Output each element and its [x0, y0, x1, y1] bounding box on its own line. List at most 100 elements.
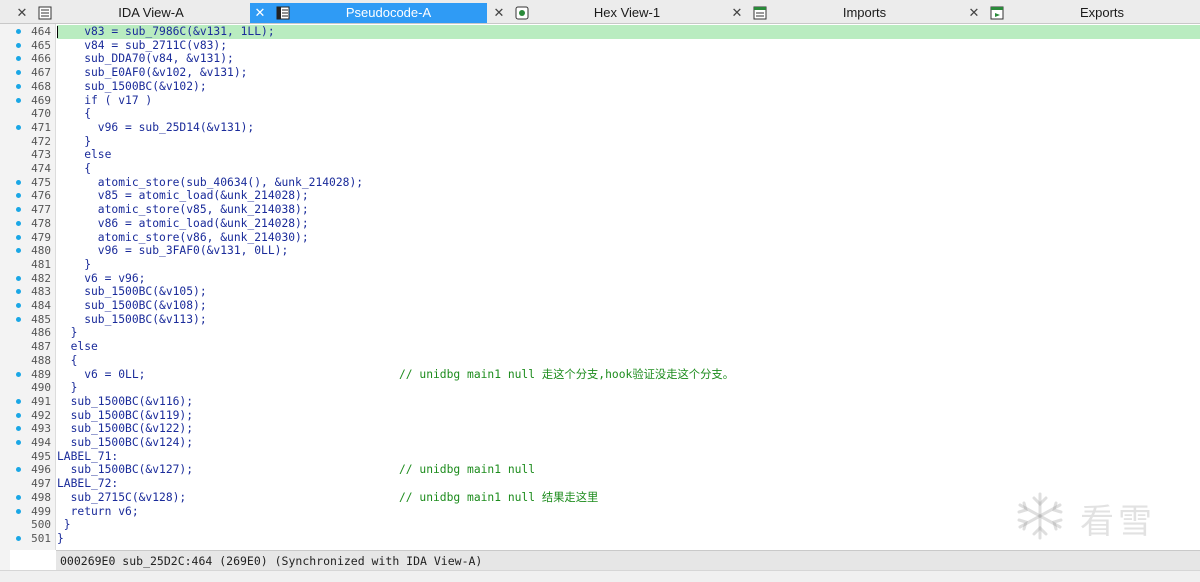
- code-line[interactable]: atomic_store(v86, &unk_214030);: [57, 231, 1200, 245]
- tab-exports[interactable]: ✕ Exports: [964, 3, 1200, 23]
- breakpoint-dot-icon[interactable]: [16, 220, 21, 226]
- line-number: 480: [10, 244, 56, 258]
- code-line[interactable]: }: [57, 258, 1200, 272]
- line-number: 473: [10, 148, 56, 162]
- tab-hex-view[interactable]: ✕ Hex View-1: [489, 3, 725, 23]
- code-line[interactable]: {: [57, 107, 1200, 121]
- code-text: sub_1500BC(&v124);: [57, 436, 194, 449]
- code-line[interactable]: atomic_store(sub_40634(), &unk_214028);: [57, 176, 1200, 190]
- tab-label: Pseudocode-A: [345, 5, 432, 20]
- breakpoint-dot-icon[interactable]: [16, 179, 21, 185]
- close-icon[interactable]: ✕: [250, 3, 270, 23]
- line-number: 471: [10, 121, 56, 135]
- code-line[interactable]: v85 = atomic_load(&unk_214028);: [57, 189, 1200, 203]
- code-line[interactable]: sub_1500BC(&v116);: [57, 395, 1200, 409]
- breakpoint-dot-icon[interactable]: [16, 316, 21, 322]
- code-line[interactable]: sub_1500BC(&v102);: [57, 80, 1200, 94]
- line-number: 485: [10, 313, 56, 327]
- line-number: 467: [10, 66, 56, 80]
- code-line[interactable]: v6 = v96;: [57, 272, 1200, 286]
- code-text: }: [57, 257, 92, 271]
- breakpoint-dot-icon[interactable]: [16, 398, 21, 404]
- line-number-text: 487: [31, 340, 51, 354]
- code-line[interactable]: else: [57, 148, 1200, 162]
- line-number-text: 474: [31, 162, 51, 175]
- breakpoint-dot-icon[interactable]: [16, 289, 21, 295]
- code-line[interactable]: else: [57, 340, 1200, 354]
- tab-ida-view[interactable]: ✕ IDA View-A: [12, 3, 250, 23]
- code-line[interactable]: {: [57, 162, 1200, 176]
- close-icon[interactable]: ✕: [12, 3, 32, 23]
- code-line[interactable]: sub_1500BC(&v113);: [57, 313, 1200, 327]
- line-number: 487: [10, 340, 56, 354]
- breakpoint-dot-icon[interactable]: [16, 97, 21, 103]
- snowflake-icon: [1017, 492, 1063, 540]
- breakpoint-dot-icon[interactable]: [16, 124, 21, 130]
- line-number: 484: [10, 299, 56, 313]
- code-line[interactable]: v6 = 0LL; // unidbg main1 null 走这个分支,hook…: [57, 368, 1200, 382]
- code-comment: // unidbg main1 null 走这个分支,hook验证没走这个分支。: [399, 367, 734, 381]
- breakpoint-dot-icon[interactable]: [16, 207, 21, 213]
- code-line[interactable]: sub_1500BC(&v127); // unidbg main1 null: [57, 463, 1200, 477]
- code-text: {: [57, 353, 78, 367]
- breakpoint-dot-icon[interactable]: [16, 83, 21, 89]
- code-line[interactable]: {: [57, 354, 1200, 368]
- outer-gutter: [0, 24, 10, 574]
- code-line[interactable]: }: [57, 135, 1200, 149]
- breakpoint-dot-icon[interactable]: [16, 508, 21, 514]
- code-line[interactable]: sub_1500BC(&v105);: [57, 285, 1200, 299]
- code-line[interactable]: sub_DDA70(v84, &v131);: [57, 52, 1200, 66]
- code-line-current[interactable]: v83 = sub_7986C(&v131, 1LL);: [57, 25, 1200, 39]
- tab-pseudocode[interactable]: ✕ Pseudocode-A: [250, 3, 487, 23]
- breakpoint-dot-icon[interactable]: [16, 494, 21, 500]
- breakpoint-dot-icon[interactable]: [16, 248, 21, 254]
- code-line[interactable]: LABEL_71:: [57, 450, 1200, 464]
- code-line[interactable]: sub_E0AF0(&v102, &v131);: [57, 66, 1200, 80]
- breakpoint-dot-icon[interactable]: [16, 234, 21, 240]
- code-line[interactable]: v96 = sub_3FAF0(&v131, 0LL);: [57, 244, 1200, 258]
- breakpoint-dot-icon[interactable]: [16, 371, 21, 377]
- line-number: 496: [10, 463, 56, 477]
- pseudocode-editor[interactable]: v83 = sub_7986C(&v131, 1LL); v84 = sub_2…: [57, 24, 1200, 550]
- line-number-text: 489: [31, 367, 51, 381]
- breakpoint-dot-icon[interactable]: [16, 426, 21, 432]
- code-line[interactable]: sub_1500BC(&v119);: [57, 409, 1200, 423]
- breakpoint-dot-icon[interactable]: [16, 70, 21, 76]
- ida-view-icon: [38, 6, 52, 20]
- code-line[interactable]: if ( v17 ): [57, 94, 1200, 108]
- line-number-text: 479: [31, 230, 51, 244]
- tab-imports[interactable]: ✕ Imports: [727, 3, 962, 23]
- line-number: 466: [10, 52, 56, 66]
- code-line[interactable]: sub_1500BC(&v122);: [57, 422, 1200, 436]
- breakpoint-dot-icon[interactable]: [16, 440, 21, 445]
- code-line[interactable]: sub_1500BC(&v124);: [57, 436, 1200, 450]
- breakpoint-dot-icon[interactable]: [16, 303, 21, 308]
- code-line[interactable]: atomic_store(v85, &unk_214038);: [57, 203, 1200, 217]
- close-icon[interactable]: ✕: [727, 3, 747, 23]
- breakpoint-dot-icon[interactable]: [16, 535, 21, 541]
- code-line[interactable]: sub_1500BC(&v108);: [57, 299, 1200, 313]
- status-text: 000269E0 sub_25D2C:464 (269E0) (Synchron…: [60, 554, 483, 568]
- code-text: atomic_store(sub_40634(), &unk_214028);: [57, 175, 364, 189]
- breakpoint-dot-icon[interactable]: [16, 42, 21, 48]
- code-line[interactable]: }: [57, 381, 1200, 395]
- line-number: 465: [10, 39, 56, 53]
- breakpoint-dot-icon[interactable]: [16, 412, 21, 418]
- code-text: v96 = sub_25D14(&v131);: [57, 120, 255, 134]
- line-number-gutter: 464 465 466 467 468 469 470 471 472 473 474 475 476 4…: [10, 24, 56, 550]
- breakpoint-dot-icon[interactable]: [16, 467, 21, 473]
- breakpoint-dot-icon[interactable]: [16, 193, 21, 199]
- status-bar: 000269E0 sub_25D2C:464 (269E0) (Synchron…: [56, 550, 1200, 570]
- breakpoint-dot-icon[interactable]: [16, 275, 21, 281]
- close-icon[interactable]: ✕: [964, 3, 984, 23]
- code-line[interactable]: v86 = atomic_load(&unk_214028);: [57, 217, 1200, 231]
- code-line[interactable]: }: [57, 326, 1200, 340]
- close-icon[interactable]: ✕: [489, 3, 509, 23]
- code-line[interactable]: v84 = sub_2711C(v83);: [57, 39, 1200, 53]
- line-number: 493: [10, 422, 56, 436]
- code-line[interactable]: v96 = sub_25D14(&v131);: [57, 121, 1200, 135]
- breakpoint-dot-icon[interactable]: [16, 29, 21, 34]
- code-text: sub_DDA70(v84, &v131);: [57, 52, 234, 66]
- code-text: }: [57, 518, 71, 532]
- breakpoint-dot-icon[interactable]: [16, 56, 21, 62]
